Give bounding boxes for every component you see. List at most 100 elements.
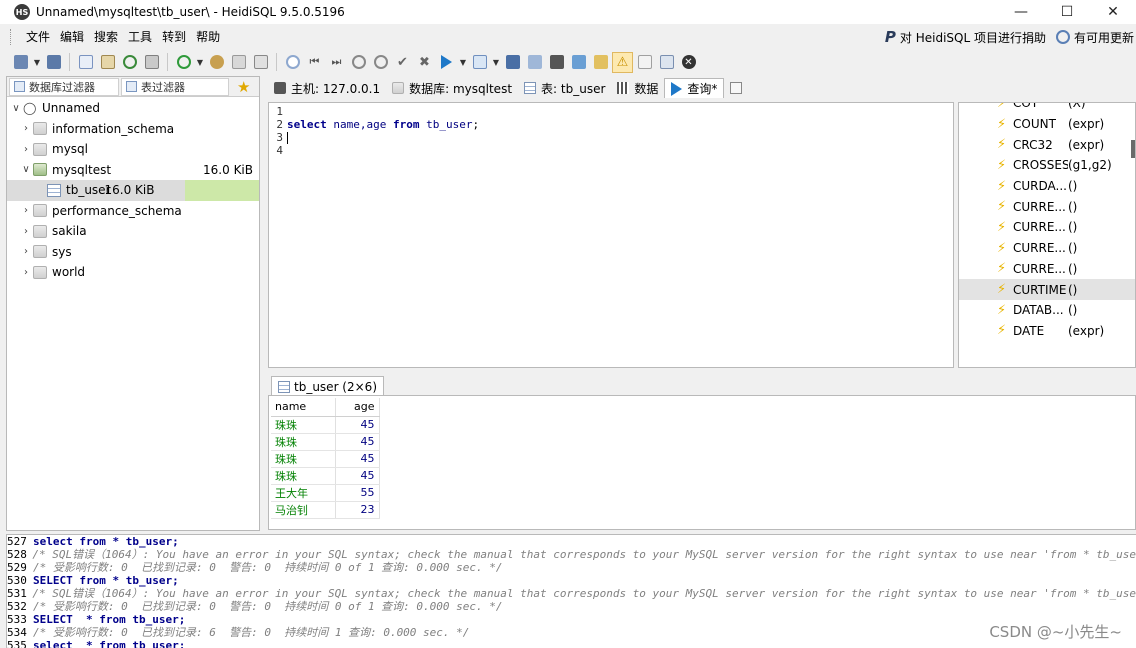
expand-chevron-icon[interactable]: › bbox=[19, 123, 33, 134]
maintenance-button[interactable] bbox=[228, 52, 249, 73]
expand-chevron-icon[interactable]: › bbox=[19, 246, 33, 257]
save-sql-button[interactable] bbox=[502, 52, 523, 73]
table-row[interactable]: 珠珠 45 bbox=[271, 433, 380, 451]
print-button[interactable] bbox=[141, 52, 162, 73]
cell-name[interactable]: 珠珠 bbox=[271, 450, 336, 468]
function-item[interactable]: ⚡ DATAB... () bbox=[959, 300, 1135, 321]
function-item[interactable]: ⚡ CURRE...() bbox=[959, 217, 1135, 238]
copy-button[interactable] bbox=[75, 52, 96, 73]
delete-record-button[interactable] bbox=[370, 52, 391, 73]
tab-query[interactable]: 查询* bbox=[664, 78, 725, 98]
collapse-chevron-icon[interactable]: ∨ bbox=[19, 164, 33, 175]
cell-name[interactable]: 珠珠 bbox=[271, 416, 336, 434]
donate-link[interactable]: P 对 HeidiSQL 项目进行捐助 bbox=[885, 28, 1046, 46]
cell-name[interactable]: 马治钊 bbox=[271, 501, 336, 519]
run-query-button[interactable] bbox=[436, 52, 457, 73]
favorites-star-icon[interactable]: ★ bbox=[237, 78, 250, 96]
menu-tools[interactable]: 工具 bbox=[123, 27, 157, 47]
undo-button[interactable] bbox=[119, 52, 140, 73]
tree-node-database[interactable]: › mysql bbox=[7, 139, 259, 160]
minimize-button[interactable]: — bbox=[998, 0, 1044, 24]
update-available-link[interactable]: 有可用更新 bbox=[1055, 29, 1134, 46]
exit-button[interactable]: ✕ bbox=[678, 52, 699, 73]
session-dropdown-arrow[interactable]: ▼ bbox=[32, 58, 42, 67]
cell-age[interactable]: 45 bbox=[335, 416, 380, 434]
database-filter-input[interactable]: 数据库过滤器 bbox=[9, 77, 119, 96]
cancel-edit-button[interactable]: ✖ bbox=[414, 52, 435, 73]
next-result-button[interactable] bbox=[282, 52, 303, 73]
tree-node-database[interactable]: ∨ mysqltest 16.0 KiB bbox=[7, 160, 259, 181]
table-row[interactable]: 珠珠 45 bbox=[271, 450, 380, 468]
stop-on-error-button[interactable] bbox=[634, 52, 655, 73]
function-item[interactable]: ⚡ COT (X) bbox=[959, 103, 1135, 114]
function-item[interactable]: ⚡ DATE (expr) bbox=[959, 321, 1135, 342]
cell-age[interactable]: 45 bbox=[335, 433, 380, 451]
cell-age[interactable]: 23 bbox=[335, 501, 380, 519]
export-sql-button[interactable] bbox=[250, 52, 271, 73]
cell-age[interactable]: 45 bbox=[335, 467, 380, 485]
explain-button[interactable] bbox=[469, 52, 490, 73]
helper-scrollbar-thumb[interactable] bbox=[1131, 140, 1135, 158]
run-dropdown-arrow[interactable]: ▼ bbox=[458, 58, 468, 67]
cell-name[interactable]: 珠珠 bbox=[271, 467, 336, 485]
function-item[interactable]: ⚡ COUNT (expr) bbox=[959, 114, 1135, 135]
session-manager-button[interactable] bbox=[10, 52, 31, 73]
cell-age[interactable]: 55 bbox=[335, 484, 380, 502]
expand-chevron-icon[interactable]: › bbox=[19, 267, 33, 278]
tree-node-database[interactable]: › world bbox=[7, 262, 259, 283]
tab-host[interactable]: 主机: 127.0.0.1 bbox=[268, 78, 386, 98]
tree-node-database[interactable]: › sys bbox=[7, 242, 259, 263]
format-sql-button[interactable] bbox=[590, 52, 611, 73]
disconnect-button[interactable] bbox=[43, 52, 64, 73]
wrap-button[interactable] bbox=[656, 52, 677, 73]
post-button[interactable]: ✔ bbox=[392, 52, 413, 73]
menu-help[interactable]: 帮助 bbox=[191, 27, 225, 47]
column-header-age[interactable]: age bbox=[335, 398, 380, 417]
tree-node-database[interactable]: › information_schema bbox=[7, 119, 259, 140]
first-record-button[interactable]: ⏮ bbox=[304, 52, 325, 73]
menu-edit[interactable]: 编辑 bbox=[55, 27, 89, 47]
load-sql-button[interactable] bbox=[524, 52, 545, 73]
refresh-button[interactable] bbox=[173, 52, 194, 73]
tab-data[interactable]: 数据 bbox=[611, 78, 664, 98]
close-window-button[interactable]: ✕ bbox=[1090, 0, 1136, 24]
explain-dropdown-arrow[interactable]: ▼ bbox=[491, 58, 501, 67]
cell-name[interactable]: 珠珠 bbox=[271, 433, 336, 451]
cell-age[interactable]: 45 bbox=[335, 450, 380, 468]
function-item[interactable]: ⚡ CRC32 (expr) bbox=[959, 134, 1135, 155]
maximize-button[interactable]: ☐ bbox=[1044, 0, 1090, 24]
paste-button[interactable] bbox=[97, 52, 118, 73]
table-row[interactable]: 王大年 55 bbox=[271, 484, 380, 502]
table-row[interactable]: 珠珠 45 bbox=[271, 467, 380, 485]
expand-chevron-icon[interactable]: › bbox=[19, 144, 33, 155]
column-header-name[interactable]: name bbox=[271, 398, 336, 417]
tree-node-root[interactable]: ∨ ◯ Unnamed bbox=[7, 98, 259, 119]
tree-node-database[interactable]: › sakila bbox=[7, 221, 259, 242]
table-row[interactable]: 马治钊 23 bbox=[271, 501, 380, 519]
tab-database[interactable]: 数据库: mysqltest bbox=[386, 78, 518, 98]
replace-button[interactable] bbox=[568, 52, 589, 73]
function-item[interactable]: ⚡ CURRE...() bbox=[959, 259, 1135, 280]
expand-chevron-icon[interactable]: › bbox=[19, 226, 33, 237]
function-item[interactable]: ⚡ CURTIME() bbox=[959, 279, 1135, 300]
function-item[interactable]: ⚡ CROSSES (g1,g2) bbox=[959, 155, 1135, 176]
user-manager-button[interactable] bbox=[206, 52, 227, 73]
cell-name[interactable]: 王大年 bbox=[271, 484, 336, 502]
sql-editor[interactable]: 1 2 select name,age from tb_user; 3 4 bbox=[268, 102, 954, 368]
table-row[interactable]: 珠珠 45 bbox=[271, 416, 380, 434]
expand-chevron-icon[interactable]: › bbox=[19, 205, 33, 216]
binoculars-button[interactable] bbox=[546, 52, 567, 73]
menu-goto[interactable]: 转到 bbox=[157, 27, 191, 47]
tab-table[interactable]: 表: tb_user bbox=[518, 78, 611, 98]
refresh-dropdown-arrow[interactable]: ▼ bbox=[195, 58, 205, 67]
collapse-chevron-icon[interactable]: ∨ bbox=[9, 103, 23, 114]
sql-log[interactable]: 527 select from * tb_user; 528 /* SQL错误（106… bbox=[6, 534, 1136, 648]
tree-node-table-selected[interactable]: tb_user 16.0 KiB bbox=[7, 180, 259, 201]
last-record-button[interactable]: ⏭ bbox=[326, 52, 347, 73]
function-item[interactable]: ⚡ CURRE...() bbox=[959, 196, 1135, 217]
menu-search[interactable]: 搜索 bbox=[89, 27, 123, 47]
table-filter-input[interactable]: 表过滤器 bbox=[121, 77, 229, 96]
function-item[interactable]: ⚡ CURDA...() bbox=[959, 176, 1135, 197]
result-tab[interactable]: tb_user (2×6) bbox=[271, 376, 384, 396]
warnings-button[interactable]: ⚠ bbox=[612, 51, 633, 73]
